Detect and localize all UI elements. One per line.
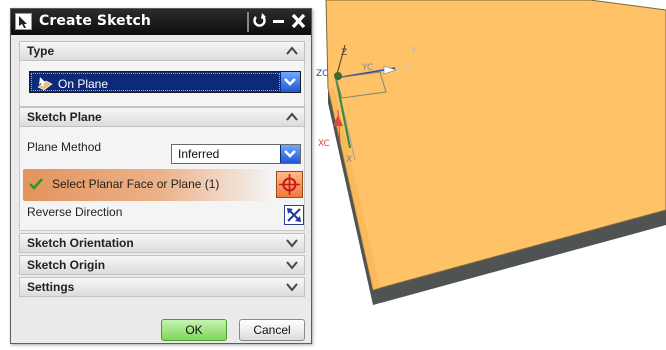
section-title: Sketch Origin (27, 258, 106, 272)
select-planar-face-row[interactable]: Select Planar Face or Plane (1) (23, 169, 273, 201)
create-sketch-dialog: Create Sketch Type On Plane Sketch Plane… (10, 8, 312, 344)
section-title: Sketch Orientation (27, 236, 134, 250)
type-dropdown[interactable]: On Plane (29, 71, 301, 93)
select-face-label: Select Planar Face or Plane (1) (52, 177, 220, 191)
sketch-origin-section-header[interactable]: Sketch Origin (19, 255, 305, 275)
dialog-title: Create Sketch (39, 13, 151, 29)
axis-label-zc: ZC (316, 69, 328, 79)
chevron-up-icon (286, 46, 298, 55)
section-title: Type (27, 44, 55, 58)
on-plane-icon (37, 77, 53, 91)
axis-label-x: X (346, 155, 352, 165)
section-title: Settings (27, 280, 75, 294)
chevron-down-icon[interactable] (280, 72, 300, 92)
sketch-app-icon (15, 13, 32, 30)
block-top-face[interactable] (325, 0, 666, 291)
ok-button[interactable]: OK (161, 319, 227, 341)
chevron-down-icon[interactable] (280, 145, 300, 163)
reverse-direction-icon[interactable] (284, 205, 304, 225)
minimize-icon[interactable] (270, 12, 287, 31)
sketch-orientation-section-header[interactable]: Sketch Orientation (19, 233, 305, 253)
plane-method-dropdown[interactable]: Inferred (171, 144, 301, 164)
close-icon[interactable] (290, 12, 307, 31)
plane-method-label: Plane Method (27, 140, 102, 154)
axis-label-z: Z (341, 48, 347, 58)
chevron-up-icon (286, 112, 298, 121)
plane-method-value: Inferred (178, 147, 220, 161)
reverse-direction-label: Reverse Direction (27, 205, 123, 219)
crosshair-icon[interactable] (276, 171, 303, 198)
settings-section-header[interactable]: Settings (19, 277, 305, 297)
cancel-button[interactable]: Cancel (239, 319, 305, 341)
chevron-down-icon (286, 261, 298, 270)
sketch-plane-section-header[interactable]: Sketch Plane (19, 107, 305, 127)
axis-label-yc: YC (361, 63, 373, 73)
axis-label-xc: XC (318, 139, 330, 149)
dialog-titlebar[interactable]: Create Sketch (11, 9, 311, 35)
reset-icon[interactable] (251, 12, 268, 31)
section-title: Sketch Plane (27, 110, 102, 124)
axis-label-y: Y (410, 46, 417, 56)
chevron-down-icon (286, 283, 298, 292)
check-icon (29, 178, 43, 190)
type-selected-value: On Plane (58, 77, 109, 91)
type-section-header[interactable]: Type (19, 41, 305, 61)
chevron-down-icon (286, 239, 298, 248)
